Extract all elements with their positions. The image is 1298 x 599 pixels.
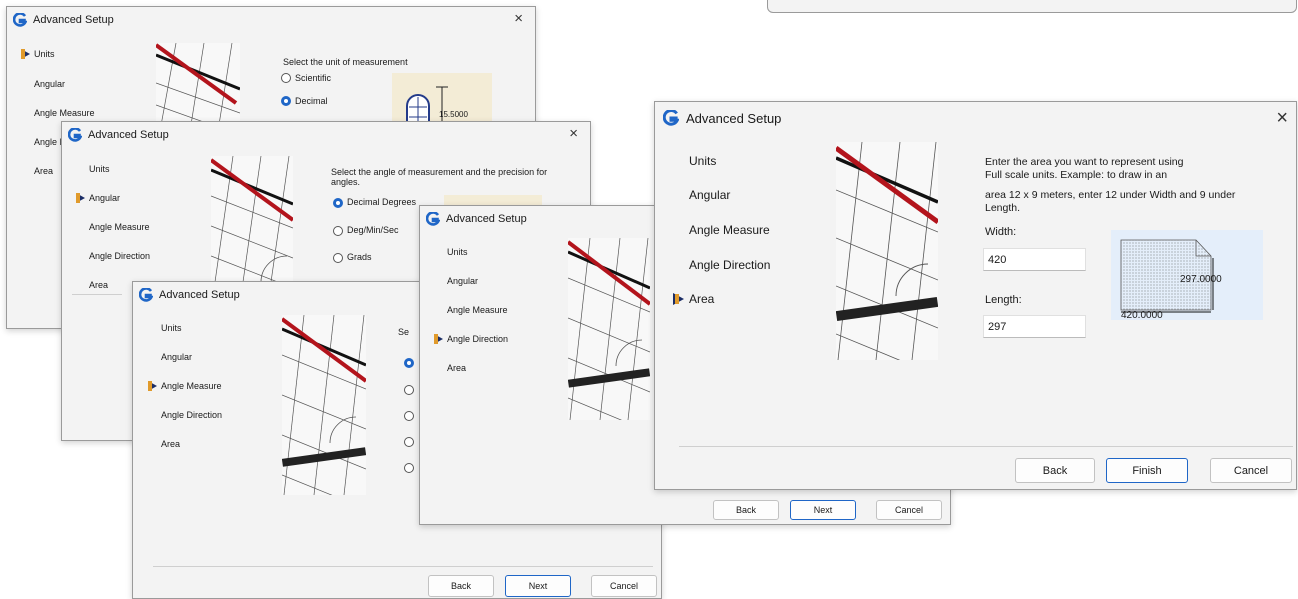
step-angular[interactable]: Angular [34, 79, 65, 89]
cancel-button[interactable]: Cancel [1210, 458, 1292, 483]
option-decimal: Decimal [295, 96, 328, 106]
current-step-arrow-icon [673, 293, 684, 305]
width-field[interactable]: 420 [983, 248, 1086, 271]
next-button[interactable]: Next [790, 500, 856, 520]
back-button[interactable]: Back [1015, 458, 1095, 483]
separator [679, 446, 1293, 447]
step-area[interactable]: Area [89, 280, 108, 290]
current-step-arrow-icon [21, 49, 30, 59]
radio-scientific[interactable] [281, 73, 291, 83]
step-list: Units Angular Angle Measure Angle Direct… [420, 206, 560, 506]
close-icon[interactable]: × [514, 11, 523, 27]
step-list: Units Angular Angle Measure Angle Direct… [655, 102, 825, 402]
step-angle-measure[interactable]: Angle Measure [447, 305, 508, 315]
step-angle-direction[interactable]: Angle I [34, 137, 62, 147]
back-button[interactable]: Back [428, 575, 494, 597]
radio-grads[interactable] [333, 253, 343, 263]
step-list: Units Angular Angle Measure Angle Direct… [133, 282, 273, 582]
background-window-edge [767, 0, 1297, 13]
option-decimal-degrees: Decimal Degrees [347, 197, 417, 207]
blueprint-pen-image [156, 43, 240, 131]
separator [153, 566, 653, 567]
area-prompt-line1: Enter the area you want to represent usi… [985, 156, 1184, 168]
current-step-arrow-icon [76, 193, 85, 203]
step-angle-direction[interactable]: Angle Direction [89, 251, 150, 261]
blueprint-pen-image [282, 315, 366, 495]
close-icon[interactable]: × [569, 126, 578, 142]
units-prompt: Select the unit of measurement [283, 57, 408, 67]
separator [72, 294, 122, 295]
step-angular[interactable]: Angular [161, 352, 192, 362]
step-angle-direction[interactable]: Angle Direction [447, 334, 508, 344]
close-icon[interactable]: × [1276, 108, 1288, 128]
step-units[interactable]: Units [161, 323, 182, 333]
length-label: Length: [985, 294, 1022, 306]
blueprint-pen-image [211, 156, 293, 282]
blueprint-pen-image [568, 238, 650, 420]
step-angular[interactable]: Angular [447, 276, 478, 286]
angle-measure-prompt: Se [398, 327, 410, 337]
step-angular[interactable]: Angular [89, 193, 120, 203]
radio-option-4[interactable] [404, 437, 414, 447]
next-button[interactable]: Next [505, 575, 571, 597]
width-label: Width: [985, 226, 1017, 238]
back-button[interactable]: Back [713, 500, 779, 520]
step-units[interactable]: Units [447, 247, 468, 257]
radio-decimal[interactable] [281, 96, 291, 106]
current-step-arrow-icon [434, 334, 443, 344]
step-angle-measure[interactable]: Angle Measure [89, 222, 150, 232]
step-area[interactable]: Area [447, 363, 466, 373]
length-field[interactable]: 297 [983, 315, 1086, 338]
area-preview-panel: 297.0000 420.0000 [1111, 230, 1263, 321]
advanced-setup-window-area: Advanced Setup × Units Angular Angle Mea… [654, 101, 1297, 490]
radio-deg-min-sec[interactable] [333, 226, 343, 236]
cancel-button[interactable]: Cancel [591, 575, 657, 597]
option-grads: Grads [347, 252, 372, 262]
step-units[interactable]: Units [34, 49, 55, 59]
step-angle-direction[interactable]: Angle Direction [161, 410, 222, 420]
angular-prompt-line2: angles. [331, 177, 361, 187]
radio-option-3[interactable] [404, 411, 414, 421]
step-angle-direction[interactable]: Angle Direction [689, 258, 770, 272]
area-prompt-line4: Length. [985, 202, 1021, 214]
step-angle-measure[interactable]: Angle Measure [34, 108, 95, 118]
step-angular[interactable]: Angular [689, 188, 730, 202]
units-preview-value: 15.5000 [439, 110, 468, 119]
preview-length-value: 297.0000 [1180, 274, 1222, 285]
step-angle-measure[interactable]: Angle Measure [161, 381, 222, 391]
radio-option-5[interactable] [404, 463, 414, 473]
step-units[interactable]: Units [89, 164, 110, 174]
step-units[interactable]: Units [689, 154, 716, 168]
step-area[interactable]: Area [161, 439, 180, 449]
option-scientific: Scientific [295, 73, 332, 83]
preview-width-value: 420.0000 [1121, 310, 1163, 321]
radio-option-2[interactable] [404, 385, 414, 395]
finish-button[interactable]: Finish [1106, 458, 1188, 483]
radio-decimal-degrees[interactable] [333, 198, 343, 208]
option-deg-min-sec: Deg/Min/Sec [347, 225, 399, 235]
step-area[interactable]: Area [34, 166, 53, 176]
radio-option-1[interactable] [404, 358, 414, 368]
blueprint-pen-image [836, 142, 938, 360]
current-step-arrow-icon [148, 381, 157, 391]
area-prompt-line3: area 12 x 9 meters, enter 12 under Width… [985, 189, 1236, 201]
cancel-button[interactable]: Cancel [876, 500, 942, 520]
area-prompt-line2: Full scale units. Example: to draw in an [985, 169, 1168, 181]
step-area[interactable]: Area [689, 292, 714, 306]
angular-prompt-line1: Select the angle of measurement and the … [331, 167, 548, 177]
step-angle-measure[interactable]: Angle Measure [689, 223, 770, 237]
